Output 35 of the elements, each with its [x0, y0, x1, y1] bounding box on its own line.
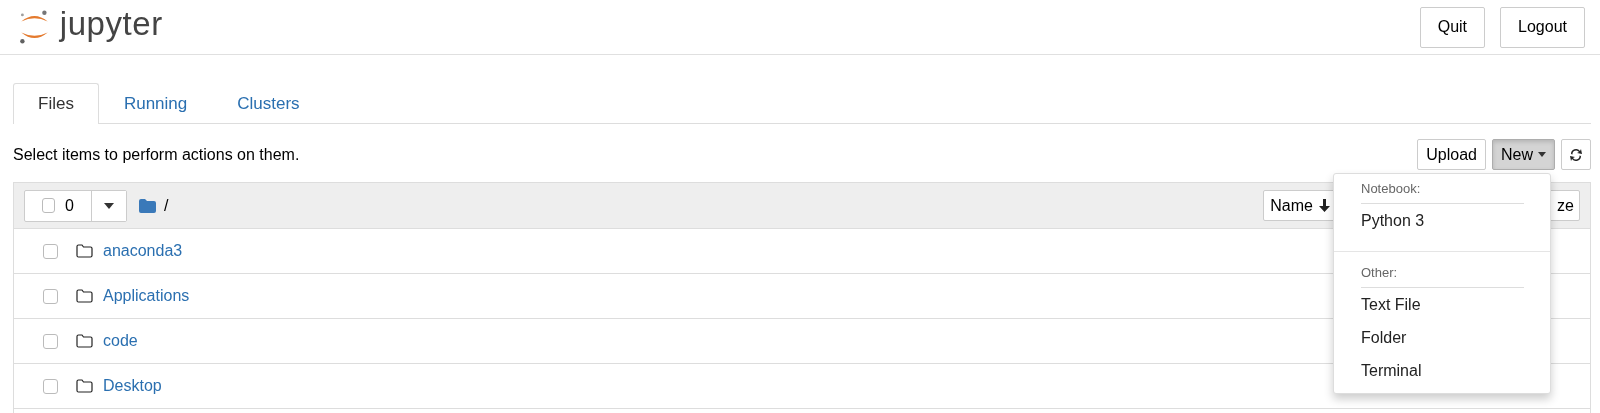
file-link[interactable]: code [103, 332, 138, 350]
selected-count: 0 [65, 196, 74, 215]
checkbox[interactable] [43, 378, 58, 394]
file-link[interactable]: anaconda3 [103, 242, 183, 260]
menu-item[interactable]: Folder [1334, 321, 1550, 354]
logo-wordmark: jupyter [59, 5, 163, 43]
tab[interactable]: Running [98, 83, 213, 123]
upload-button[interactable]: Upload [1417, 139, 1486, 170]
checkbox[interactable] [43, 288, 58, 304]
menu-header: Other: [1361, 262, 1524, 288]
quit-button[interactable]: Quit [1419, 6, 1486, 48]
folder-icon [76, 379, 93, 393]
logout-button[interactable]: Logout [1500, 6, 1585, 48]
menu-item[interactable]: Terminal [1334, 354, 1550, 387]
menu-item[interactable]: Text File [1334, 288, 1550, 321]
checkbox[interactable] [43, 243, 58, 259]
arrow-down-icon [1318, 199, 1331, 212]
checkbox[interactable] [42, 198, 56, 213]
menu-header: Notebook: [1361, 178, 1524, 204]
refresh-button[interactable] [1561, 139, 1591, 170]
folder-icon [139, 198, 156, 213]
caret-icon [1538, 152, 1546, 157]
new-button[interactable]: New [1492, 139, 1555, 170]
refresh-icon [1569, 147, 1583, 162]
path-text: / [164, 196, 169, 215]
folder-icon [76, 244, 93, 258]
file-link[interactable]: Applications [103, 287, 190, 305]
folder-icon [76, 334, 93, 348]
tab[interactable]: Clusters [212, 83, 325, 123]
folder-icon [76, 289, 93, 303]
instructions-text: Select items to perform actions on them. [13, 145, 300, 164]
checkbox[interactable] [43, 333, 58, 349]
tab[interactable]: Files [13, 83, 99, 124]
file-link[interactable]: Desktop [103, 377, 162, 395]
caret-icon [104, 202, 114, 209]
